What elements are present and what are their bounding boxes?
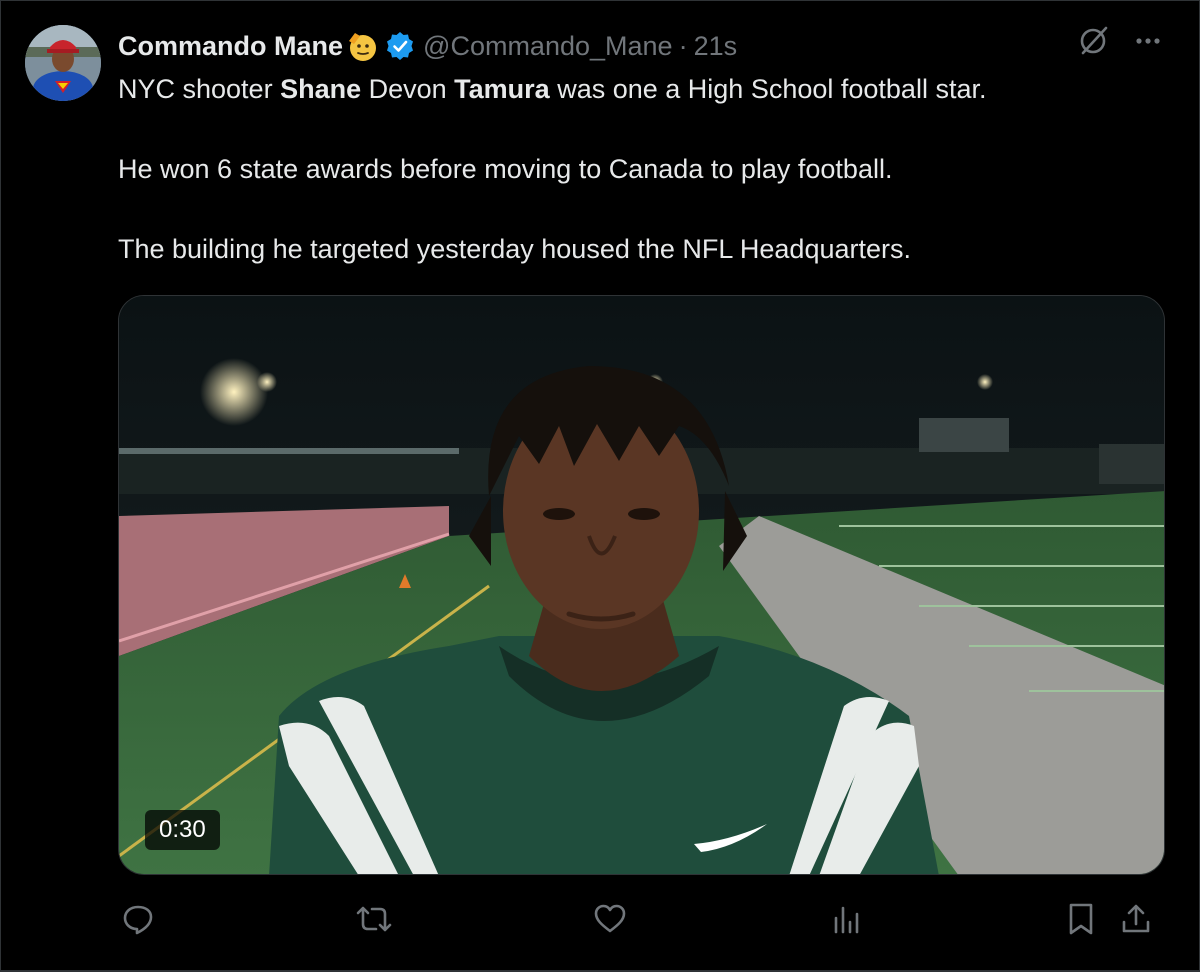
avatar-image (25, 25, 101, 101)
bold-name-tamura: Tamura (454, 74, 550, 104)
like-icon (593, 902, 627, 941)
video-thumbnail (119, 296, 1164, 874)
tweet-text: NYC shooter Shane Devon Tamura was one a… (118, 69, 1163, 269)
saluting-face-icon (345, 29, 379, 63)
grok-icon[interactable] (1077, 24, 1111, 68)
tweet-paragraph-3: The building he targeted yesterday house… (118, 234, 911, 264)
video-duration-badge: 0:30 (145, 810, 220, 850)
views-button[interactable] (826, 899, 866, 943)
action-bar (118, 899, 1161, 943)
reply-button[interactable] (118, 899, 158, 943)
share-button[interactable] (1116, 899, 1156, 943)
timestamp[interactable]: 21s (694, 27, 738, 65)
display-name[interactable]: Commando Mane (118, 27, 343, 65)
tweet-content: Commando Mane @Commando_Mane · 21s NYC s… (118, 24, 1163, 269)
bookmark-icon (1066, 902, 1096, 941)
repost-button[interactable] (354, 899, 394, 943)
tweet-card[interactable]: Commando Mane @Commando_Mane · 21s NYC s… (0, 0, 1200, 972)
tweet-paragraph-2: He won 6 state awards before moving to C… (118, 154, 893, 184)
more-icon[interactable] (1133, 26, 1163, 66)
avatar[interactable] (25, 25, 101, 101)
separator-dot: · (678, 31, 688, 61)
bookmark-button[interactable] (1061, 899, 1101, 943)
verified-badge-icon[interactable] (385, 31, 415, 61)
like-button[interactable] (590, 899, 630, 943)
reply-icon (121, 902, 155, 941)
bold-name-shane: Shane (280, 74, 362, 104)
tweet-header: Commando Mane @Commando_Mane · 21s (118, 24, 1163, 68)
tweet-paragraph-1: NYC shooter Shane Devon Tamura was one a… (118, 74, 987, 104)
share-icon (1119, 902, 1153, 941)
repost-icon (355, 902, 393, 941)
header-actions (1077, 24, 1163, 68)
views-icon (831, 902, 861, 941)
divider (1, 970, 1199, 971)
video-player[interactable]: 0:30 (118, 295, 1165, 875)
user-handle[interactable]: @Commando_Mane (423, 27, 673, 65)
